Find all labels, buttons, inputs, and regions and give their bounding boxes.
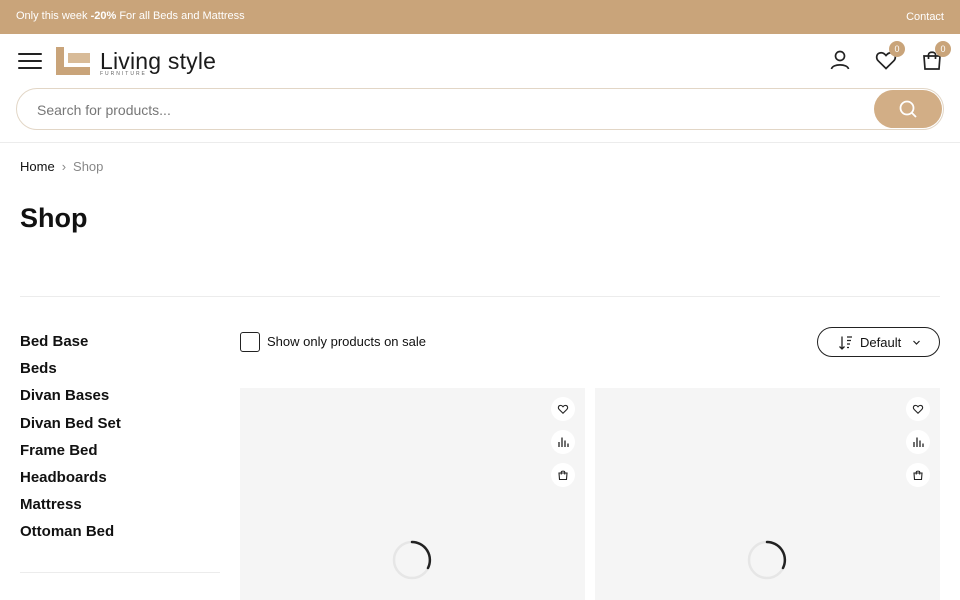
promo-prefix: Only this week <box>16 10 91 22</box>
category-item-ottoman-bed[interactable]: Ottoman Bed <box>20 522 121 549</box>
bar-chart-icon <box>558 437 569 447</box>
cart-count-badge: 0 <box>935 41 951 57</box>
sort-dropdown[interactable]: Default <box>817 327 940 357</box>
product-card[interactable] <box>595 388 940 600</box>
account-button[interactable] <box>828 48 852 72</box>
breadcrumb-current: Shop <box>73 159 104 174</box>
sidebar-divider <box>20 572 220 573</box>
promo-suffix: For all Beds and Mattress <box>116 10 245 22</box>
shopping-bag-icon <box>913 470 923 481</box>
logo-subtext: FURNITURE <box>100 71 147 77</box>
search-input[interactable] <box>37 100 837 120</box>
quick-add-to-cart-button[interactable] <box>906 463 930 487</box>
sort-label: Default <box>860 335 902 350</box>
loading-spinner-icon <box>392 540 432 580</box>
page-title: Shop <box>20 203 88 233</box>
add-to-wishlist-button[interactable] <box>551 397 575 421</box>
cart-button[interactable]: 0 <box>920 41 951 72</box>
contact-link[interactable]: Contact <box>906 11 944 23</box>
loading-spinner-icon <box>747 540 787 580</box>
breadcrumb-separator: › <box>61 159 67 174</box>
shopping-bag-icon <box>558 470 568 481</box>
bar-chart-icon <box>913 437 924 447</box>
category-list: Bed Base Beds Divan Bases Divan Bed Set … <box>20 332 121 550</box>
sale-checkbox[interactable] <box>240 332 260 352</box>
hamburger-line <box>18 67 42 69</box>
hamburger-menu-button[interactable] <box>18 51 42 71</box>
site-header: Living style FURNITURE 0 0 <box>0 34 960 88</box>
logo-mark-icon <box>56 47 90 75</box>
compare-button[interactable] <box>906 430 930 454</box>
chevron-down-icon <box>913 340 920 345</box>
category-item-beds[interactable]: Beds <box>20 359 121 386</box>
breadcrumb-home-link[interactable]: Home <box>20 159 55 174</box>
add-to-wishlist-button[interactable] <box>906 397 930 421</box>
user-icon <box>830 50 850 70</box>
announcement-bar: Only this week -20% For all Beds and Mat… <box>0 0 960 34</box>
header-divider <box>0 142 960 143</box>
breadcrumb: Home › Shop <box>20 159 103 174</box>
sort-icon <box>839 336 852 350</box>
category-item-mattress[interactable]: Mattress <box>20 495 121 522</box>
search-bar <box>16 88 944 130</box>
quick-add-to-cart-button[interactable] <box>551 463 575 487</box>
category-item-frame-bed[interactable]: Frame Bed <box>20 441 121 468</box>
category-item-bed-base[interactable]: Bed Base <box>20 332 121 359</box>
category-item-divan-bases[interactable]: Divan Bases <box>20 386 121 413</box>
hamburger-line <box>18 53 42 55</box>
heart-icon <box>912 404 924 415</box>
wishlist-button[interactable]: 0 <box>874 41 905 72</box>
category-item-headboards[interactable]: Headboards <box>20 468 121 495</box>
content-divider <box>20 296 940 297</box>
search-icon <box>899 100 917 118</box>
promo-text: Only this week -20% For all Beds and Mat… <box>16 10 245 22</box>
sale-filter-label: Show only products on sale <box>267 334 426 349</box>
product-card[interactable] <box>240 388 585 600</box>
hamburger-line <box>18 60 42 62</box>
compare-button[interactable] <box>551 430 575 454</box>
wishlist-count-badge: 0 <box>889 41 905 57</box>
search-button[interactable] <box>874 90 942 128</box>
promo-discount: -20% <box>90 10 117 22</box>
heart-icon <box>557 404 569 415</box>
category-item-divan-bed-set[interactable]: Divan Bed Set <box>20 414 121 441</box>
